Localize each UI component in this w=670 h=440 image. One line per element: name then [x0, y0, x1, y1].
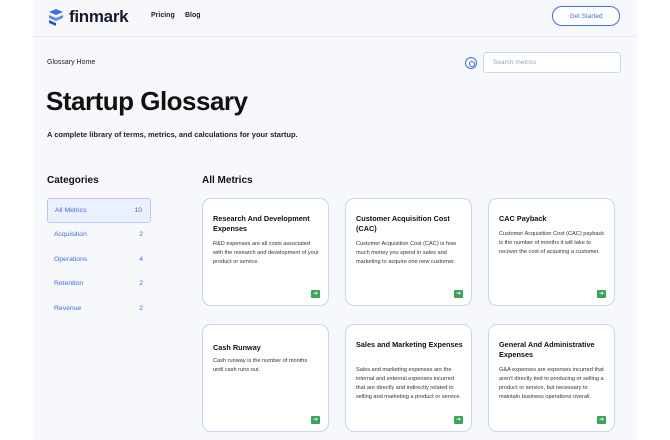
metric-card-title: Cash Runway	[213, 343, 261, 352]
metrics-heading: All Metrics	[202, 175, 253, 186]
category-label: All Metrics	[55, 206, 87, 214]
category-count: 10	[134, 206, 142, 214]
category-count: 4	[139, 255, 143, 263]
metric-card[interactable]: Research And Development Expenses R&D ex…	[202, 198, 329, 306]
nav-link-blog[interactable]: Blog	[185, 12, 201, 19]
metric-card-description: Customer Acquisition Cost (CAC) payback …	[499, 231, 605, 255]
category-item-revenue[interactable]: Revenue 2	[47, 296, 151, 321]
arrow-right-icon[interactable]: ➜	[311, 290, 320, 298]
category-label: Operations	[54, 255, 88, 263]
metric-card-description: Customer Acquisition Cost (CAC) is how m…	[356, 241, 457, 265]
top-navigation: finmark Pricing Blog Get Started	[0, 0, 670, 36]
header-divider	[33, 36, 637, 37]
category-count: 2	[139, 231, 143, 239]
metric-card[interactable]: Sales and Marketing Expenses Sales and m…	[345, 324, 472, 432]
metric-card[interactable]: Cash Runway Cash runway is the number of…	[202, 324, 329, 432]
metric-card-title: Research And Development Expenses	[213, 214, 310, 233]
metric-card[interactable]: Customer Acquisition Cost (CAC) Customer…	[345, 198, 472, 306]
finmark-logo-icon	[49, 9, 63, 26]
category-item-all-metrics[interactable]: All Metrics 10	[47, 198, 151, 223]
arrow-right-icon[interactable]: ➜	[311, 416, 320, 424]
metric-card-title: Customer Acquisition Cost (CAC)	[356, 214, 450, 233]
page-subtitle: A complete library of terms, metrics, an…	[47, 130, 298, 139]
category-label: Revenue	[54, 304, 82, 312]
arrow-right-icon[interactable]: ➜	[597, 290, 606, 298]
get-started-button[interactable]: Get Started	[552, 6, 620, 26]
category-list: All Metrics 10 Acquisition 2 Operations …	[47, 198, 151, 321]
category-count: 2	[139, 280, 143, 288]
category-item-operations[interactable]: Operations 4	[47, 247, 151, 272]
metric-card-title: General And Administrative Expenses	[499, 340, 595, 359]
category-label: Retention	[54, 280, 84, 288]
category-item-acquisition[interactable]: Acquisition 2	[47, 223, 151, 248]
metric-card-description: Sales and marketing expenses are the int…	[356, 367, 462, 400]
page-title: Startup Glossary	[46, 86, 248, 116]
category-count: 2	[139, 304, 143, 312]
metric-card-title: CAC Payback	[499, 214, 547, 223]
metric-card-title: Sales and Marketing Expenses	[356, 340, 463, 349]
search-icon[interactable]	[465, 57, 477, 69]
category-label: Acquisition	[54, 231, 87, 239]
brand-name: finmark	[69, 7, 129, 26]
search-input[interactable]	[483, 52, 621, 73]
metric-card-description: Cash runway is the number of months unti…	[213, 358, 308, 373]
metric-card-description: G&A expenses are expenses incurred that …	[499, 367, 604, 400]
arrow-right-icon[interactable]: ➜	[454, 290, 463, 298]
nav-link-pricing[interactable]: Pricing	[151, 12, 175, 19]
metric-card-description: R&D expenses are all costs associated wi…	[213, 241, 319, 265]
arrow-right-icon[interactable]: ➜	[597, 416, 606, 424]
breadcrumb[interactable]: Glossary Home	[47, 59, 95, 66]
category-item-retention[interactable]: Retention 2	[47, 272, 151, 297]
arrow-right-icon[interactable]: ➜	[454, 416, 463, 424]
metric-card[interactable]: CAC Payback Customer Acquisition Cost (C…	[488, 198, 615, 306]
brand-logo[interactable]: finmark	[47, 7, 129, 27]
metric-card[interactable]: General And Administrative Expenses G&A …	[488, 324, 615, 432]
categories-heading: Categories	[47, 175, 99, 186]
